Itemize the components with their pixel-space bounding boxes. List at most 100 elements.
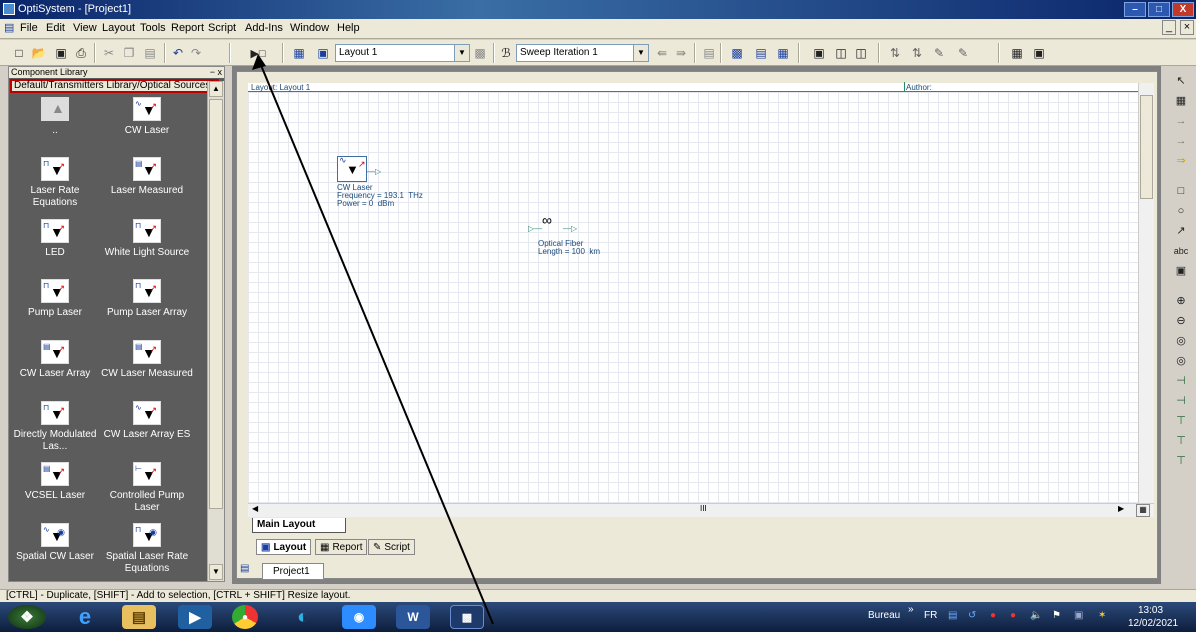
- marquee-select-icon[interactable]: ▦: [1172, 92, 1190, 110]
- bureau-toolbar[interactable]: Bureau: [868, 610, 900, 621]
- undo-icon[interactable]: ↶: [169, 44, 187, 62]
- align-left-icon[interactable]: ⇅: [886, 44, 904, 62]
- copy-icon[interactable]: ❐: [120, 44, 138, 62]
- image-icon[interactable]: ▣: [1172, 262, 1190, 280]
- report-icon[interactable]: ✎: [930, 44, 948, 62]
- optical-fiber-component[interactable]: ∞: [541, 212, 565, 233]
- ellipse-icon[interactable]: ○: [1172, 202, 1190, 220]
- library-item-cw-laser-array-es[interactable]: ∿ ▼ ↗ CW Laser Array ES: [101, 401, 193, 441]
- tab-layout[interactable]: ▣ Layout: [256, 539, 312, 555]
- fork-icon[interactable]: ⇒: [1172, 152, 1190, 170]
- paste-icon[interactable]: ▤: [141, 44, 159, 62]
- file-explorer-icon[interactable]: ▤: [122, 605, 156, 629]
- library-item-vcsel-laser[interactable]: ▤ ▼ ↗ VCSEL Laser: [9, 462, 101, 502]
- library-item-led[interactable]: ⊓ ▼ ↗ LED: [9, 219, 101, 259]
- connect-icon[interactable]: →: [1172, 112, 1190, 130]
- toolbar-expand-icon[interactable]: »: [908, 604, 914, 615]
- minimize-button[interactable]: –: [1124, 2, 1146, 17]
- menu-edit[interactable]: Edit: [46, 22, 65, 34]
- window-cascade-icon[interactable]: ◫: [852, 44, 870, 62]
- library-scrollbar[interactable]: ▲ ▼: [207, 81, 224, 581]
- save-icon[interactable]: ▣: [52, 44, 70, 62]
- scroll-thumb-grip[interactable]: III: [700, 504, 707, 513]
- library-item-pump-laser[interactable]: ⊓ ▼ ↗ Pump Laser: [9, 279, 101, 319]
- library-item-spatial-cw-laser[interactable]: ∿ ▼ ◉ Spatial CW Laser: [9, 523, 101, 563]
- library-item-directly-modulated-laser[interactable]: ⊓ ▼ ↗ Directly Modulated Las...: [9, 401, 101, 453]
- security-icon[interactable]: ●: [1010, 610, 1016, 621]
- cw-laser-component[interactable]: ∿ ▼ ↗: [337, 155, 367, 182]
- dropdown-arrow-icon[interactable]: ▼: [633, 45, 648, 61]
- menu-view[interactable]: View: [73, 22, 97, 34]
- library-item-cw-laser-measured[interactable]: ▤ ▼ ↗ CW Laser Measured: [101, 340, 193, 380]
- close-panel-icon[interactable]: − x: [210, 67, 222, 78]
- menu-tools[interactable]: Tools: [140, 22, 166, 34]
- volume-icon[interactable]: 🔈: [1030, 610, 1042, 621]
- zoom-in-icon[interactable]: ⊕: [1172, 292, 1190, 310]
- mdi-minimize-button[interactable]: _: [1162, 20, 1176, 35]
- grid-view-icon[interactable]: ▦: [774, 44, 792, 62]
- action-center-flag-icon[interactable]: ⚑: [1052, 610, 1061, 621]
- window-split-icon[interactable]: ◫: [832, 44, 850, 62]
- align-bottom-icon[interactable]: ⊤: [1172, 452, 1190, 470]
- start-button[interactable]: ❖: [8, 605, 46, 629]
- menu-file[interactable]: File: [20, 22, 38, 34]
- add-layout-icon[interactable]: ▣: [314, 44, 332, 62]
- align-middle-icon[interactable]: ⊤: [1172, 432, 1190, 450]
- scroll-right-icon[interactable]: ▶: [1118, 504, 1124, 513]
- tab-report[interactable]: ▦ Report: [315, 539, 368, 555]
- language-indicator[interactable]: FR: [924, 610, 937, 621]
- align-center-icon[interactable]: ⇅: [908, 44, 926, 62]
- library-item-laser-measured[interactable]: ▤ ▼ ↗ Laser Measured: [101, 157, 193, 197]
- scroll-down-icon[interactable]: ▼: [209, 564, 223, 580]
- network-icon[interactable]: ▤: [948, 610, 957, 621]
- optisystem-taskbar-icon[interactable]: ▩: [450, 605, 484, 629]
- library-item-laser-rate-equations[interactable]: ⊓ ▼ ↗ Laser Rate Equations: [9, 157, 101, 209]
- tab-project1[interactable]: Project1: [262, 563, 324, 580]
- library-item-spatial-laser-rate-equations[interactable]: ⊓ ▼ ◉ Spatial Laser Rate Equations: [101, 523, 193, 575]
- media-player-icon[interactable]: ▶: [178, 605, 212, 629]
- previous-sweep-icon[interactable]: ⇚: [653, 44, 671, 62]
- clock-time[interactable]: 13:03: [1138, 605, 1163, 616]
- notification-icon[interactable]: ✶: [1098, 610, 1106, 621]
- next-sweep-icon[interactable]: ⇛: [672, 44, 690, 62]
- close-button[interactable]: X: [1172, 2, 1194, 17]
- layout-properties-icon[interactable]: ▩: [471, 44, 489, 62]
- sweep-select[interactable]: Sweep Iteration 1 ▼: [516, 44, 649, 62]
- cut-icon[interactable]: ✂: [100, 44, 118, 62]
- menu-layout[interactable]: Layout: [102, 22, 135, 34]
- menu-help[interactable]: Help: [337, 22, 360, 34]
- edge-icon[interactable]: ◐: [286, 605, 320, 629]
- library-item-white-light-source[interactable]: ⊓ ▼ ↗ White Light Source: [101, 219, 193, 259]
- sweep-icon[interactable]: ℬ: [497, 44, 515, 62]
- zoom-area-icon[interactable]: ◎: [1172, 332, 1190, 350]
- window-tile-icon[interactable]: ▣: [810, 44, 828, 62]
- menu-window[interactable]: Window: [290, 22, 329, 34]
- fit-height-icon[interactable]: ⊣: [1172, 392, 1190, 410]
- scroll-up-icon[interactable]: ▲: [209, 81, 223, 97]
- align-top-icon[interactable]: ⊤: [1172, 412, 1190, 430]
- line-icon[interactable]: ↗: [1172, 222, 1190, 240]
- output-port-icon[interactable]: —▷: [367, 167, 381, 176]
- layout-canvas[interactable]: ∿ ▼ ↗ —▷ CW Laser Frequency = 193.1 THz …: [248, 92, 1138, 503]
- menu-addins[interactable]: Add-Ins: [245, 22, 283, 34]
- new-icon[interactable]: □: [10, 44, 28, 62]
- zoom-out-icon[interactable]: ⊖: [1172, 312, 1190, 330]
- library-item-parent-folder[interactable]: ▲ ..: [9, 97, 101, 137]
- menu-report[interactable]: Report: [171, 22, 204, 34]
- rectangle-icon[interactable]: □: [1172, 182, 1190, 200]
- open-icon[interactable]: 📂: [30, 44, 48, 62]
- tab-script[interactable]: ✎ Script: [368, 539, 415, 555]
- calculate-icon[interactable]: ▤: [700, 44, 718, 62]
- word-icon[interactable]: W: [396, 605, 430, 629]
- fit-width-icon[interactable]: ⊣: [1172, 372, 1190, 390]
- internet-explorer-icon[interactable]: e: [68, 604, 102, 629]
- zoom-fit-page-icon[interactable]: ◎: [1172, 352, 1190, 370]
- mdi-close-button[interactable]: ×: [1180, 20, 1194, 35]
- redo-icon[interactable]: ↷: [187, 44, 205, 62]
- run-icon[interactable]: ▶□: [240, 44, 276, 62]
- scroll-thumb[interactable]: [209, 99, 223, 509]
- document-icon[interactable]: ▤: [4, 21, 14, 34]
- sync-icon[interactable]: ↺: [968, 610, 976, 621]
- link-icon[interactable]: →: [1172, 132, 1190, 150]
- scroll-thumb[interactable]: [1140, 95, 1153, 199]
